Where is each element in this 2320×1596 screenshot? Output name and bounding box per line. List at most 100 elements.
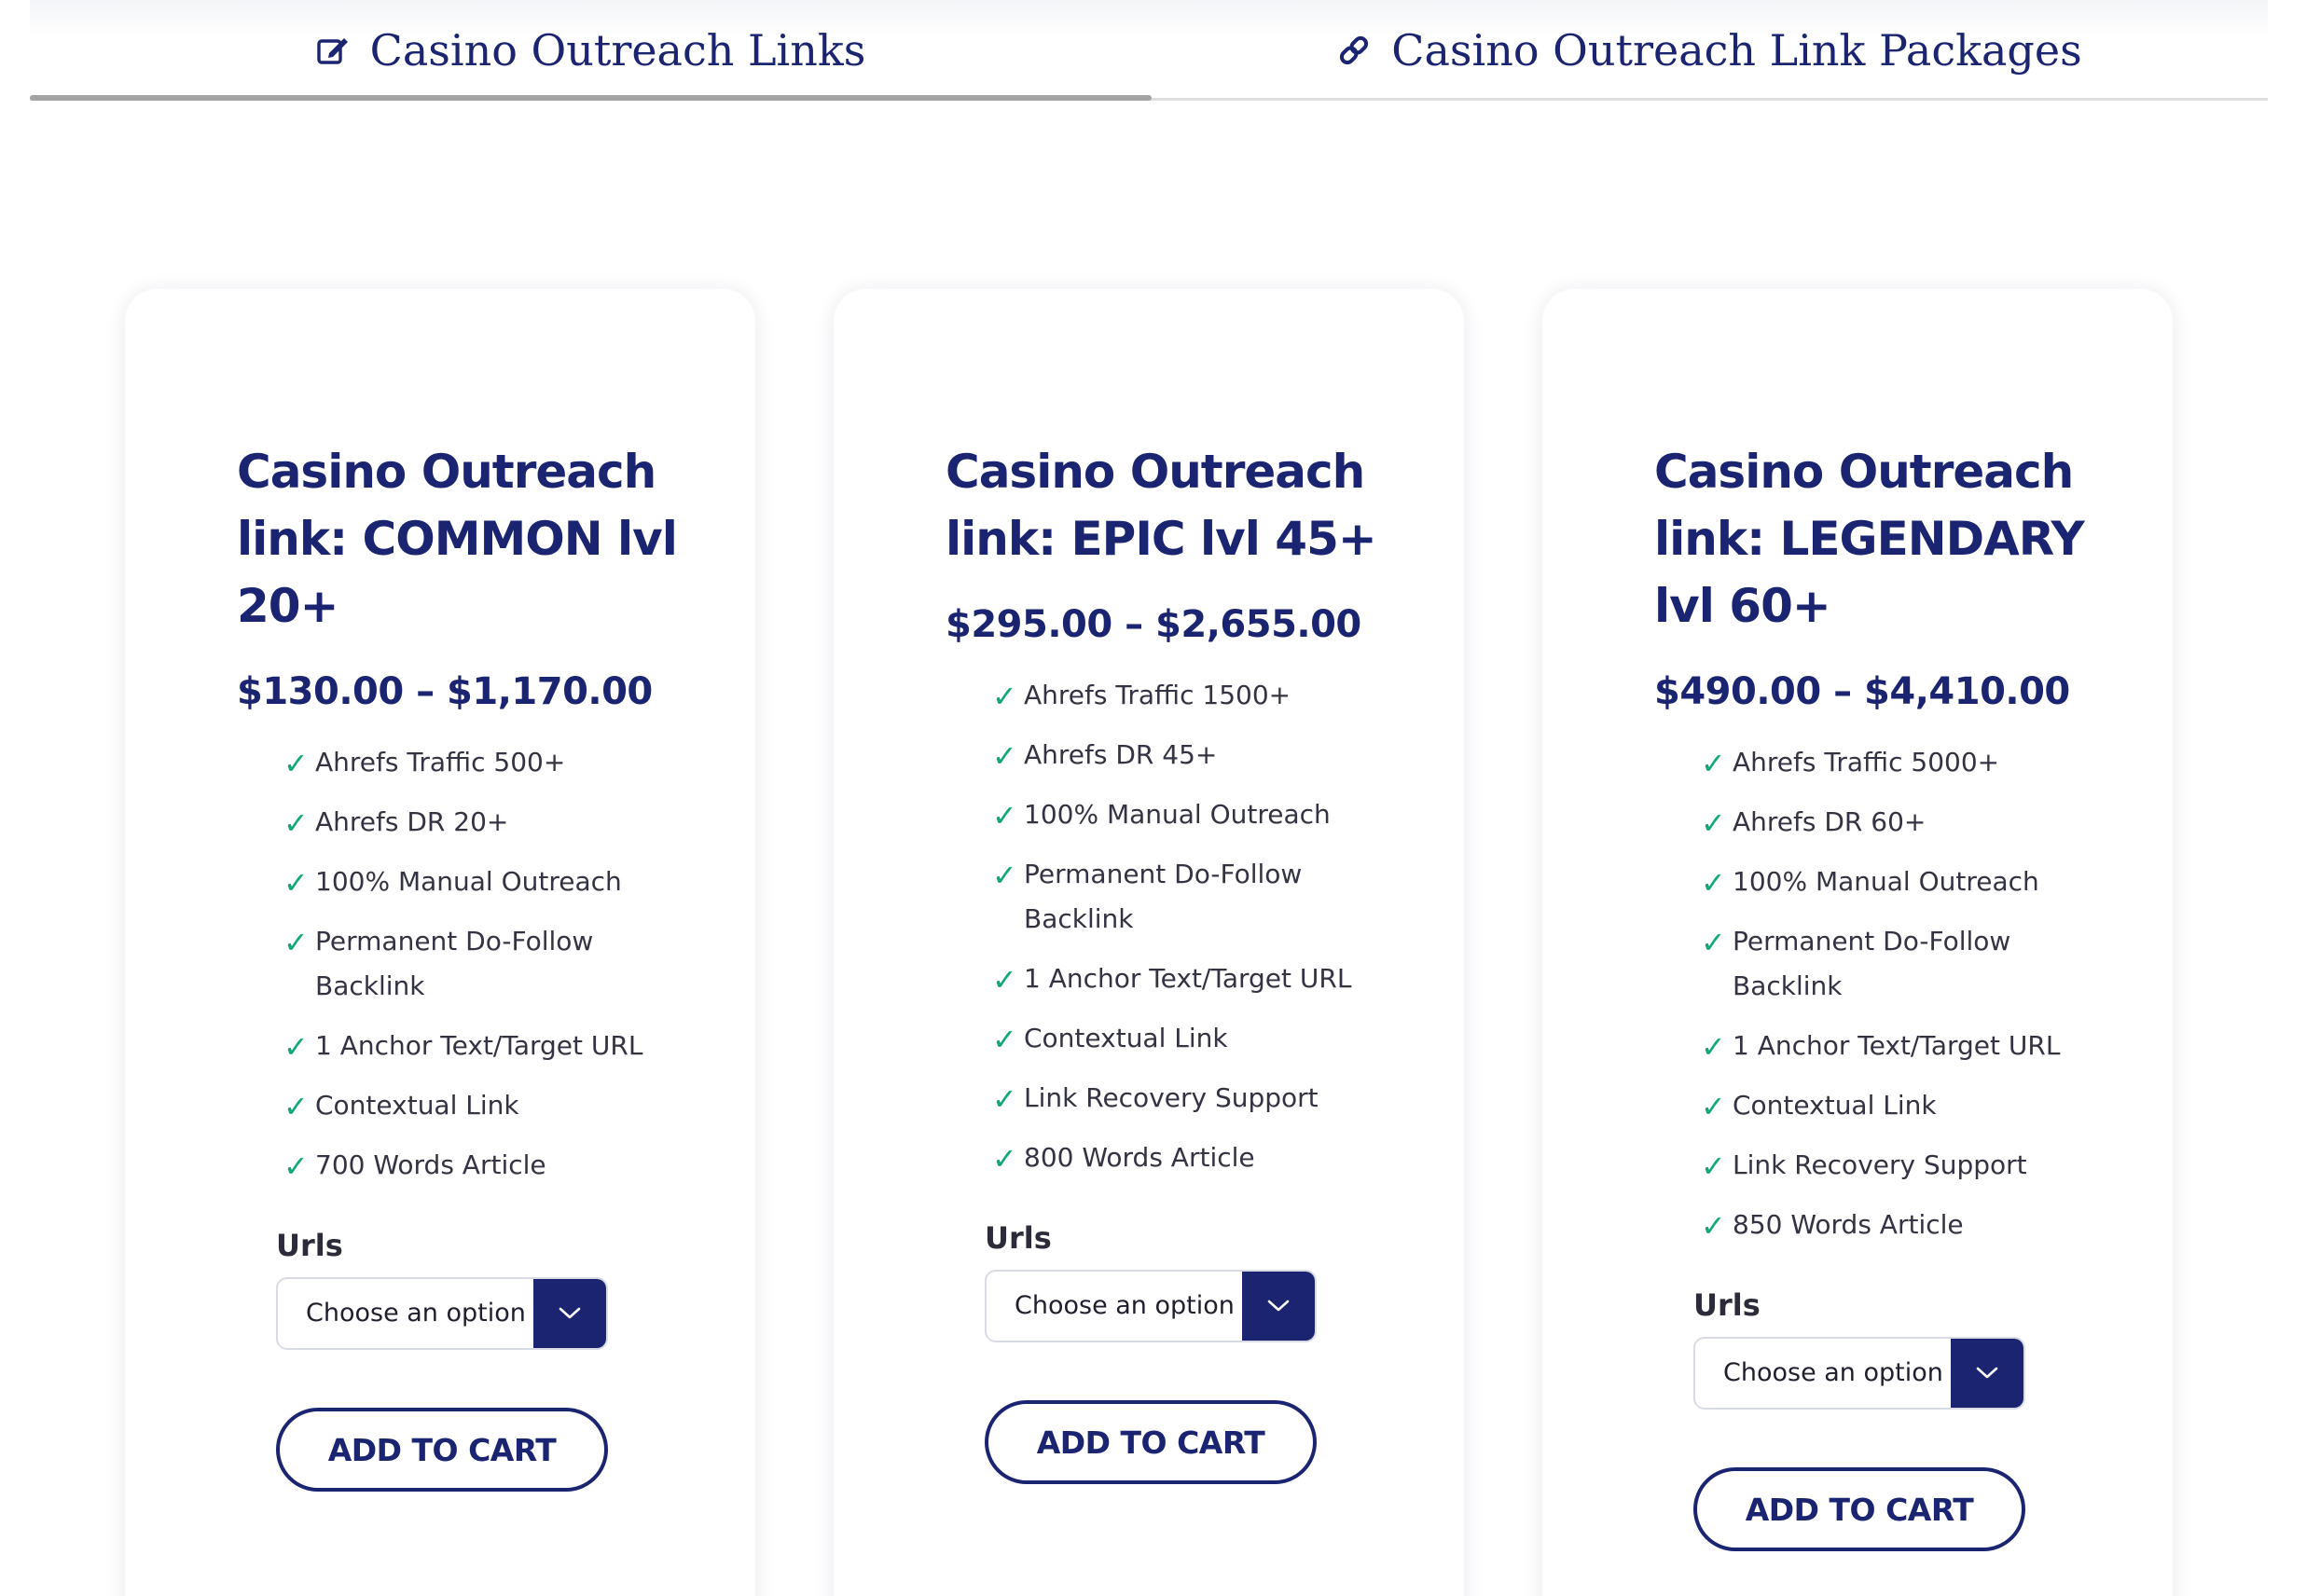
feature-text: 1 Anchor Text/Target URL	[1733, 1030, 2061, 1061]
feature-item: ✓ Contextual Link	[283, 1083, 699, 1128]
checkmark-icon: ✓	[283, 746, 309, 781]
feature-item: ✓ 1 Anchor Text/Target URL	[992, 956, 1408, 1001]
checkmark-icon: ✓	[1701, 865, 1726, 901]
checkmark-icon: ✓	[283, 1029, 309, 1065]
feature-item: ✓ 850 Words Article	[1701, 1203, 2117, 1247]
product-title[interactable]: Casino Outreach link: COMMON lvl 20+	[237, 438, 699, 640]
chevron-down-icon[interactable]	[1951, 1339, 2023, 1408]
checkmark-icon: ✓	[1701, 746, 1726, 781]
tab-casino-outreach-link-packages[interactable]: Casino Outreach Link Packages	[1152, 0, 2268, 101]
feature-item: ✓ Ahrefs Traffic 500+	[283, 740, 699, 785]
feature-text: Ahrefs Traffic 5000+	[1733, 747, 2000, 777]
feature-list: ✓ Ahrefs Traffic 1500+ ✓ Ahrefs DR 45+ ✓ 10…	[946, 673, 1408, 1180]
tab-label: Casino Outreach Links	[369, 25, 866, 76]
checkmark-icon: ✓	[1701, 1029, 1726, 1065]
checkmark-icon: ✓	[1701, 1089, 1726, 1124]
product-price: $295.00 – $2,655.00	[946, 603, 1361, 646]
feature-text: Link Recovery Support	[1024, 1082, 1319, 1113]
feature-item: ✓ Permanent Do-Follow Backlink	[992, 852, 1408, 942]
feature-text: Ahrefs Traffic 500+	[315, 747, 566, 777]
feature-text: Contextual Link	[315, 1090, 519, 1121]
select-value: Choose an option	[1015, 1291, 1235, 1320]
checkmark-icon: ✓	[992, 1141, 1017, 1176]
feature-item: ✓ Ahrefs DR 20+	[283, 800, 699, 845]
product-card-epic: Casino Outreach link: EPIC lvl 45+ $295.…	[834, 289, 1464, 1596]
product-price: $490.00 – $4,410.00	[1654, 670, 2070, 713]
checkmark-icon: ✓	[1701, 925, 1726, 960]
feature-list: ✓ Ahrefs Traffic 5000+ ✓ Ahrefs DR 60+ ✓ 10…	[1654, 740, 2117, 1247]
feature-text: Contextual Link	[1024, 1023, 1228, 1053]
feature-text: Link Recovery Support	[1733, 1149, 2027, 1180]
feature-text: 1 Anchor Text/Target URL	[1024, 963, 1352, 994]
feature-text: Permanent Do-Follow Backlink	[1024, 859, 1303, 934]
add-to-cart-button[interactable]: ADD TO CART	[276, 1408, 608, 1492]
feature-item: ✓ 100% Manual Outreach	[1701, 860, 2117, 904]
tab-label: Casino Outreach Link Packages	[1391, 25, 2082, 76]
feature-item: ✓ Ahrefs Traffic 1500+	[992, 673, 1408, 718]
checkmark-icon: ✓	[992, 679, 1017, 714]
feature-item: ✓ 100% Manual Outreach	[283, 860, 699, 904]
feature-text: Ahrefs DR 20+	[315, 806, 509, 837]
feature-text: Permanent Do-Follow Backlink	[1733, 926, 2011, 1001]
feature-item: ✓ Link Recovery Support	[992, 1076, 1408, 1121]
feature-item: ✓ Contextual Link	[1701, 1083, 2117, 1128]
feature-item: ✓ 100% Manual Outreach	[992, 792, 1408, 837]
page: Casino Outreach Links Casino Outreach Li…	[0, 0, 2320, 1596]
feature-text: Ahrefs DR 45+	[1024, 739, 1218, 770]
feature-item: ✓ Permanent Do-Follow Backlink	[1701, 919, 2117, 1009]
feature-item: ✓ 800 Words Article	[992, 1135, 1408, 1180]
product-tabs: Casino Outreach Links Casino Outreach Li…	[30, 0, 2268, 103]
feature-text: 100% Manual Outreach	[1024, 799, 1331, 830]
feature-item: ✓ 1 Anchor Text/Target URL	[283, 1024, 699, 1068]
feature-text: 800 Words Article	[1024, 1142, 1255, 1173]
chevron-down-icon[interactable]	[533, 1279, 606, 1348]
feature-item: ✓ Ahrefs DR 45+	[992, 733, 1408, 777]
chevron-down-icon[interactable]	[1242, 1272, 1315, 1341]
urls-label: Urls	[1693, 1287, 1761, 1323]
feature-item: ✓ Link Recovery Support	[1701, 1143, 2117, 1188]
checkmark-icon: ✓	[1701, 1208, 1726, 1244]
add-to-cart-button[interactable]: ADD TO CART	[985, 1400, 1317, 1484]
select-value: Choose an option	[1723, 1358, 1943, 1387]
product-title[interactable]: Casino Outreach link: EPIC lvl 45+	[946, 438, 1408, 572]
tab-casino-outreach-links[interactable]: Casino Outreach Links	[30, 0, 1152, 101]
product-card-common: Casino Outreach link: COMMON lvl 20+ $13…	[125, 289, 755, 1596]
checkmark-icon: ✓	[992, 738, 1017, 774]
urls-label: Urls	[985, 1220, 1052, 1256]
edit-icon	[316, 34, 350, 67]
feature-item: ✓ 1 Anchor Text/Target URL	[1701, 1024, 2117, 1068]
feature-text: 700 Words Article	[315, 1149, 546, 1180]
checkmark-icon: ✓	[992, 798, 1017, 833]
feature-item: ✓ Ahrefs Traffic 5000+	[1701, 740, 2117, 785]
feature-text: 100% Manual Outreach	[315, 866, 622, 897]
feature-text: 100% Manual Outreach	[1733, 866, 2039, 897]
urls-label: Urls	[276, 1228, 343, 1263]
urls-select[interactable]: Choose an option	[1693, 1337, 2025, 1410]
add-to-cart-button[interactable]: ADD TO CART	[1693, 1467, 2025, 1551]
feature-list: ✓ Ahrefs Traffic 500+ ✓ Ahrefs DR 20+ ✓ 100…	[237, 740, 699, 1188]
urls-select[interactable]: Choose an option	[276, 1277, 608, 1350]
product-price: $130.00 – $1,170.00	[237, 670, 653, 713]
product-title[interactable]: Casino Outreach link: LEGENDARY lvl 60+	[1654, 438, 2117, 640]
feature-text: Contextual Link	[1733, 1090, 1937, 1121]
feature-text: 850 Words Article	[1733, 1209, 1964, 1240]
checkmark-icon: ✓	[992, 1022, 1017, 1057]
active-tab-indicator	[30, 95, 1152, 101]
checkmark-icon: ✓	[283, 805, 309, 841]
checkmark-icon: ✓	[283, 1089, 309, 1124]
feature-text: Permanent Do-Follow Backlink	[315, 926, 594, 1001]
checkmark-icon: ✓	[283, 865, 309, 901]
select-value: Choose an option	[306, 1299, 526, 1328]
feature-item: ✓ Permanent Do-Follow Backlink	[283, 919, 699, 1009]
checkmark-icon: ✓	[1701, 1149, 1726, 1184]
feature-item: ✓ 700 Words Article	[283, 1143, 699, 1188]
urls-select[interactable]: Choose an option	[985, 1270, 1317, 1342]
checkmark-icon: ✓	[283, 925, 309, 960]
feature-item: ✓ Contextual Link	[992, 1016, 1408, 1061]
feature-text: Ahrefs DR 60+	[1733, 806, 1926, 837]
checkmark-icon: ✓	[992, 1081, 1017, 1117]
feature-text: 1 Anchor Text/Target URL	[315, 1030, 643, 1061]
checkmark-icon: ✓	[1701, 805, 1726, 841]
checkmark-icon: ✓	[992, 962, 1017, 998]
checkmark-icon: ✓	[283, 1149, 309, 1184]
